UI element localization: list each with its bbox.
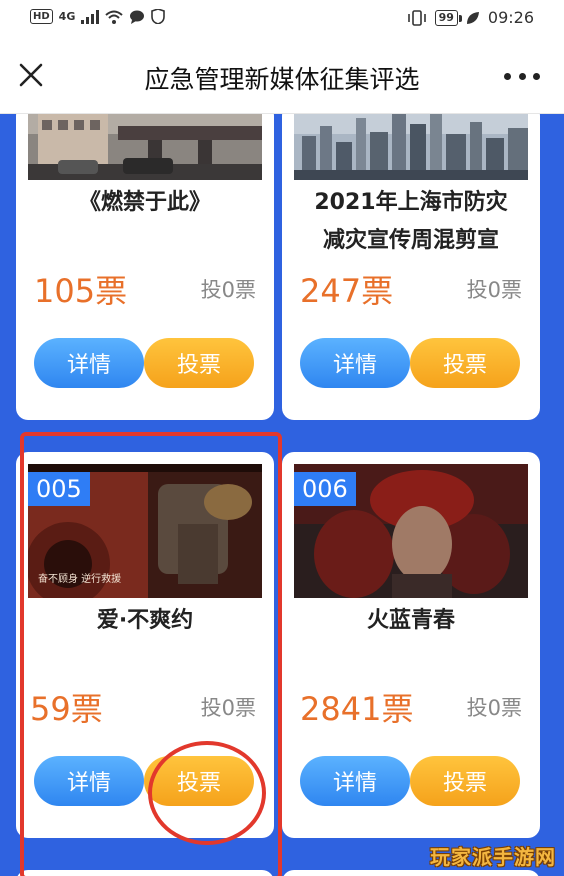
vote-button[interactable]: 投票 (410, 338, 520, 388)
shield-icon (151, 9, 166, 24)
page-title: 应急管理新媒体征集评选 (144, 65, 420, 94)
vibrate-icon (407, 9, 426, 26)
leaf-icon (466, 11, 479, 24)
work-thumbnail[interactable] (294, 114, 528, 180)
status-right: 99 09:26 (407, 8, 534, 27)
gas-station-image (28, 114, 262, 180)
work-card: 《燃禁于此》 105票 投0票 详情 投票 (16, 114, 274, 420)
work-card-partial (282, 870, 540, 876)
battery-icon: 99 (434, 9, 463, 26)
detail-button[interactable]: 详情 (34, 338, 144, 388)
work-title: 《燃禁于此》 (78, 190, 211, 215)
my-votes: 投0票 (466, 278, 522, 302)
wifi-icon (105, 10, 124, 24)
status-left: HD 4G (30, 9, 166, 24)
signal-icon (81, 9, 100, 24)
more-button[interactable] (504, 64, 540, 88)
network-type: 4G (58, 10, 76, 23)
my-votes: 投0票 (200, 278, 256, 302)
work-card: 006 火蓝青春 2841票 投0票 详情 投票 (282, 452, 540, 838)
city-skyline-image (294, 114, 528, 180)
status-bar: HD 4G 99 09:26 (0, 0, 564, 38)
work-number-badge: 006 (294, 472, 356, 506)
detail-button[interactable]: 详情 (300, 756, 410, 806)
my-votes: 投0票 (466, 696, 522, 720)
hd-indicator: HD (30, 9, 53, 24)
work-thumbnail[interactable]: 006 (294, 464, 528, 598)
works-grid: 《燃禁于此》 105票 投0票 详情 投票 2021年上海市防灾 减灾宣传周混剪… (0, 114, 564, 876)
watermark: 玩家派手游网 (430, 845, 556, 869)
work-thumbnail[interactable] (28, 114, 262, 180)
vote-button[interactable]: 投票 (144, 338, 254, 388)
highlight-circle (148, 741, 266, 845)
chat-bubble-icon (130, 10, 145, 24)
vote-count: 105票 (34, 272, 128, 310)
work-title: 2021年上海市防灾 减灾宣传周混剪宣 (314, 190, 508, 253)
title-bar: 应急管理新媒体征集评选 (0, 38, 564, 114)
work-title: 火蓝青春 (366, 608, 455, 633)
work-card: 2021年上海市防灾 减灾宣传周混剪宣 247票 投0票 详情 投票 (282, 114, 540, 420)
more-icon (504, 72, 511, 80)
vote-button[interactable]: 投票 (410, 756, 520, 806)
clock: 09:26 (487, 8, 534, 27)
detail-button[interactable]: 详情 (300, 338, 410, 388)
vote-count: 247票 (300, 272, 394, 310)
vote-count: 2841票 (300, 690, 414, 728)
